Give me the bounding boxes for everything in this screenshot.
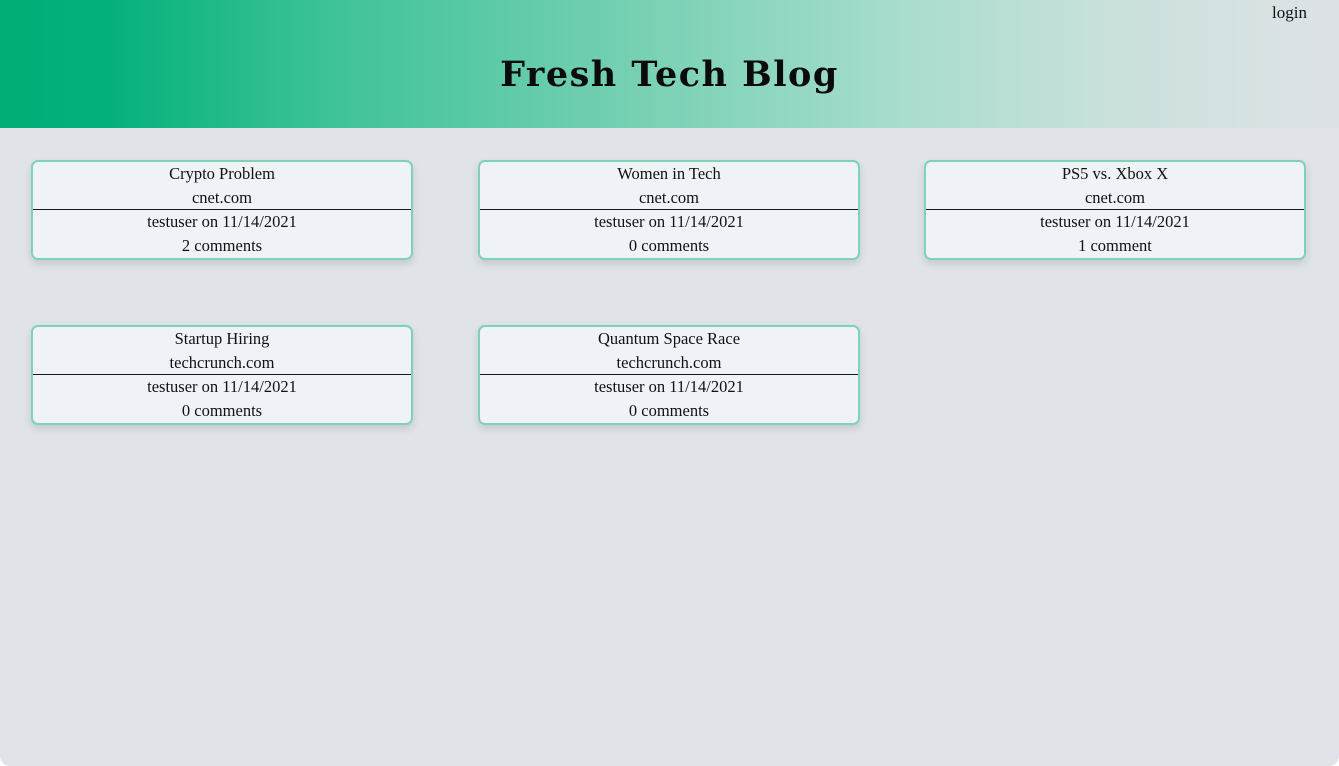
post-card-header: PS5 vs. Xbox X cnet.com bbox=[926, 162, 1304, 210]
post-title[interactable]: PS5 vs. Xbox X bbox=[1062, 162, 1168, 186]
post-comments-count[interactable]: 2 comments bbox=[182, 234, 262, 258]
post-card[interactable]: Crypto Problem cnet.com testuser on 11/1… bbox=[31, 160, 413, 260]
site-title: Fresh Tech Blog bbox=[500, 54, 839, 95]
site-header: login Fresh Tech Blog bbox=[0, 0, 1339, 128]
post-title[interactable]: Crypto Problem bbox=[169, 162, 275, 186]
post-card-header: Crypto Problem cnet.com bbox=[33, 162, 411, 210]
post-source: techcrunch.com bbox=[169, 353, 275, 372]
post-card-footer: testuser on 11/14/2021 2 comments bbox=[33, 210, 411, 258]
post-comments-count[interactable]: 0 comments bbox=[629, 399, 709, 423]
post-comments-count[interactable]: 0 comments bbox=[629, 234, 709, 258]
post-byline: testuser on 11/14/2021 bbox=[147, 212, 297, 231]
post-title[interactable]: Women in Tech bbox=[617, 162, 721, 186]
post-card[interactable]: Startup Hiring techcrunch.com testuser o… bbox=[31, 325, 413, 425]
login-link[interactable]: login bbox=[1272, 3, 1307, 23]
post-card-header: Women in Tech cnet.com bbox=[480, 162, 858, 210]
post-source: cnet.com bbox=[191, 188, 252, 207]
post-card[interactable]: PS5 vs. Xbox X cnet.com testuser on 11/1… bbox=[924, 160, 1306, 260]
post-card-header: Quantum Space Race techcrunch.com bbox=[480, 327, 858, 375]
post-title[interactable]: Quantum Space Race bbox=[598, 327, 740, 351]
post-byline: testuser on 11/14/2021 bbox=[594, 212, 744, 231]
post-comments-count[interactable]: 1 comment bbox=[1078, 234, 1152, 258]
post-card-footer: testuser on 11/14/2021 0 comments bbox=[480, 375, 858, 423]
post-title[interactable]: Startup Hiring bbox=[175, 327, 270, 351]
post-source: cnet.com bbox=[1084, 188, 1145, 207]
post-comments-count[interactable]: 0 comments bbox=[182, 399, 262, 423]
post-byline: testuser on 11/14/2021 bbox=[147, 377, 297, 396]
post-byline: testuser on 11/14/2021 bbox=[1040, 212, 1190, 231]
post-card[interactable]: Women in Tech cnet.com testuser on 11/14… bbox=[478, 160, 860, 260]
post-card-footer: testuser on 11/14/2021 0 comments bbox=[480, 210, 858, 258]
post-byline: testuser on 11/14/2021 bbox=[594, 377, 744, 396]
post-card-footer: testuser on 11/14/2021 0 comments bbox=[33, 375, 411, 423]
post-card-footer: testuser on 11/14/2021 1 comment bbox=[926, 210, 1304, 258]
post-source: techcrunch.com bbox=[616, 353, 722, 372]
post-card-header: Startup Hiring techcrunch.com bbox=[33, 327, 411, 375]
post-source: cnet.com bbox=[638, 188, 699, 207]
post-card[interactable]: Quantum Space Race techcrunch.com testus… bbox=[478, 325, 860, 425]
page: login Fresh Tech Blog Crypto Problem cne… bbox=[0, 0, 1339, 766]
